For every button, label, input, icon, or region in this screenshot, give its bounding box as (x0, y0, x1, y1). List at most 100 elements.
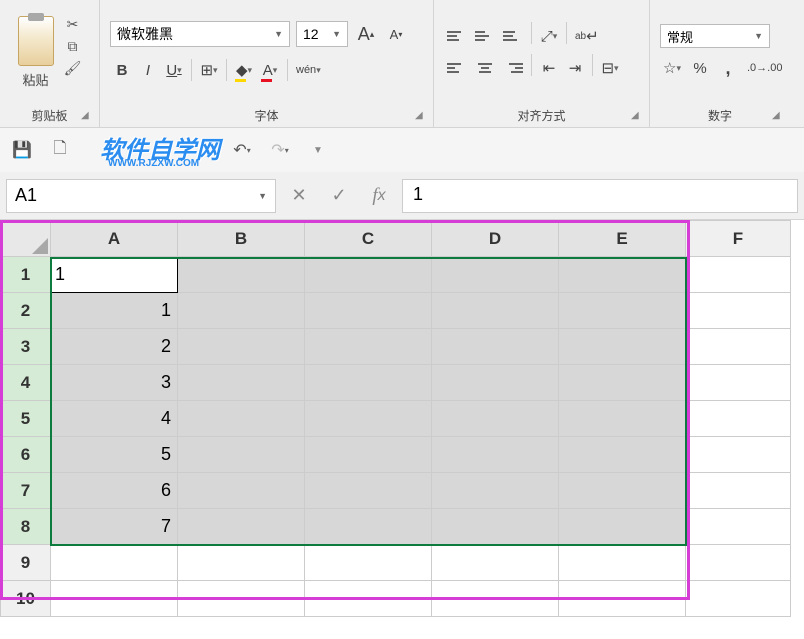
cell[interactable] (559, 293, 686, 329)
row-header[interactable]: 4 (1, 365, 51, 401)
font-size-dropdown[interactable]: 12 ▼ (296, 21, 348, 47)
cell[interactable] (432, 365, 559, 401)
font-color-button[interactable]: A ▾ (258, 56, 282, 84)
cell[interactable]: 1 (51, 257, 178, 293)
cell[interactable] (178, 293, 305, 329)
dialog-launcher-icon[interactable]: ◢ (415, 110, 429, 124)
italic-button[interactable]: I (136, 56, 160, 84)
increase-indent-icon[interactable]: ⇥ (563, 54, 587, 82)
cell[interactable] (686, 437, 791, 473)
row-header[interactable]: 6 (1, 437, 51, 473)
cell[interactable]: 5 (51, 437, 178, 473)
formula-input[interactable]: 1 (402, 179, 798, 213)
cell[interactable] (432, 257, 559, 293)
format-painter-icon[interactable]: 🖌 (64, 60, 82, 78)
cell[interactable] (178, 437, 305, 473)
cell[interactable]: 6 (51, 473, 178, 509)
cell[interactable] (559, 257, 686, 293)
cell[interactable] (305, 581, 432, 617)
cell[interactable] (305, 437, 432, 473)
cell[interactable] (686, 257, 791, 293)
cell[interactable] (686, 293, 791, 329)
cell[interactable] (178, 257, 305, 293)
cell[interactable] (432, 581, 559, 617)
name-box[interactable]: A1 ▼ (6, 179, 276, 213)
cell[interactable]: 3 (51, 365, 178, 401)
cell[interactable] (178, 473, 305, 509)
dialog-launcher-icon[interactable]: ◢ (81, 110, 95, 124)
decrease-font-icon[interactable]: A▾ (384, 20, 408, 48)
cell[interactable]: 1 (51, 293, 178, 329)
align-right-icon[interactable] (500, 54, 526, 82)
row-header[interactable]: 1 (1, 257, 51, 293)
cell[interactable] (686, 509, 791, 545)
column-header[interactable]: A (51, 221, 178, 257)
row-header[interactable]: 3 (1, 329, 51, 365)
cell[interactable] (559, 473, 686, 509)
number-format-dropdown[interactable]: 常规 ▼ (660, 24, 770, 48)
cell[interactable] (305, 545, 432, 581)
merge-cells-button[interactable]: ⊟ ▾ (598, 54, 622, 82)
copy-icon[interactable]: ⧉ (64, 38, 82, 56)
cell[interactable] (305, 365, 432, 401)
cell[interactable] (305, 473, 432, 509)
undo-button[interactable]: ↶ ▾ (230, 138, 254, 162)
increase-font-icon[interactable]: A▴ (354, 20, 378, 48)
row-header[interactable]: 9 (1, 545, 51, 581)
column-header[interactable]: C (305, 221, 432, 257)
fill-color-button[interactable]: ◆ ▾ (232, 56, 256, 84)
cell[interactable]: 7 (51, 509, 178, 545)
save-icon[interactable]: 💾 (10, 138, 34, 162)
cell[interactable] (178, 581, 305, 617)
bold-button[interactable]: B (110, 56, 134, 84)
align-middle-icon[interactable] (472, 22, 498, 50)
cell[interactable] (432, 293, 559, 329)
cell[interactable] (686, 581, 791, 617)
cell[interactable] (305, 257, 432, 293)
percent-button[interactable]: % (688, 54, 712, 82)
cell[interactable] (559, 437, 686, 473)
orientation-button[interactable]: ⤢ ▾ (537, 22, 561, 50)
decrease-indent-icon[interactable]: ⇤ (537, 54, 561, 82)
new-file-icon[interactable]: 🗋 (48, 138, 72, 162)
cell[interactable] (305, 509, 432, 545)
cell[interactable]: 2 (51, 329, 178, 365)
wrap-text-button[interactable]: ab↵ (572, 22, 602, 50)
cell[interactable] (686, 545, 791, 581)
fx-icon[interactable]: fx (362, 179, 396, 213)
font-name-dropdown[interactable]: 微软雅黑 ▼ (110, 21, 290, 47)
chevron-down-icon[interactable]: ▼ (306, 138, 330, 162)
cell[interactable] (305, 329, 432, 365)
column-header[interactable]: F (686, 221, 791, 257)
align-bottom-icon[interactable] (500, 22, 526, 50)
cell[interactable] (178, 545, 305, 581)
column-header[interactable]: B (178, 221, 305, 257)
align-left-icon[interactable] (444, 54, 470, 82)
cell[interactable] (432, 473, 559, 509)
cell[interactable] (559, 329, 686, 365)
cell[interactable] (178, 329, 305, 365)
redo-button[interactable]: ↷ ▾ (268, 138, 292, 162)
cell[interactable] (559, 401, 686, 437)
cell[interactable] (432, 401, 559, 437)
align-top-icon[interactable] (444, 22, 470, 50)
row-header[interactable]: 10 (1, 581, 51, 617)
cell[interactable] (432, 437, 559, 473)
cell[interactable] (559, 581, 686, 617)
cell[interactable] (686, 473, 791, 509)
cell[interactable] (686, 365, 791, 401)
cell[interactable]: 4 (51, 401, 178, 437)
select-all-corner[interactable] (1, 221, 51, 257)
cut-icon[interactable]: ✂ (64, 16, 82, 34)
cell[interactable] (559, 365, 686, 401)
cell[interactable] (432, 329, 559, 365)
cell[interactable] (178, 401, 305, 437)
confirm-icon[interactable]: ✓ (322, 179, 356, 213)
cell[interactable] (559, 545, 686, 581)
cancel-icon[interactable]: ✕ (282, 179, 316, 213)
cell[interactable] (51, 545, 178, 581)
cell[interactable] (432, 545, 559, 581)
column-header[interactable]: E (559, 221, 686, 257)
cell[interactable] (178, 509, 305, 545)
paste-button[interactable]: 粘贴 (18, 16, 54, 89)
